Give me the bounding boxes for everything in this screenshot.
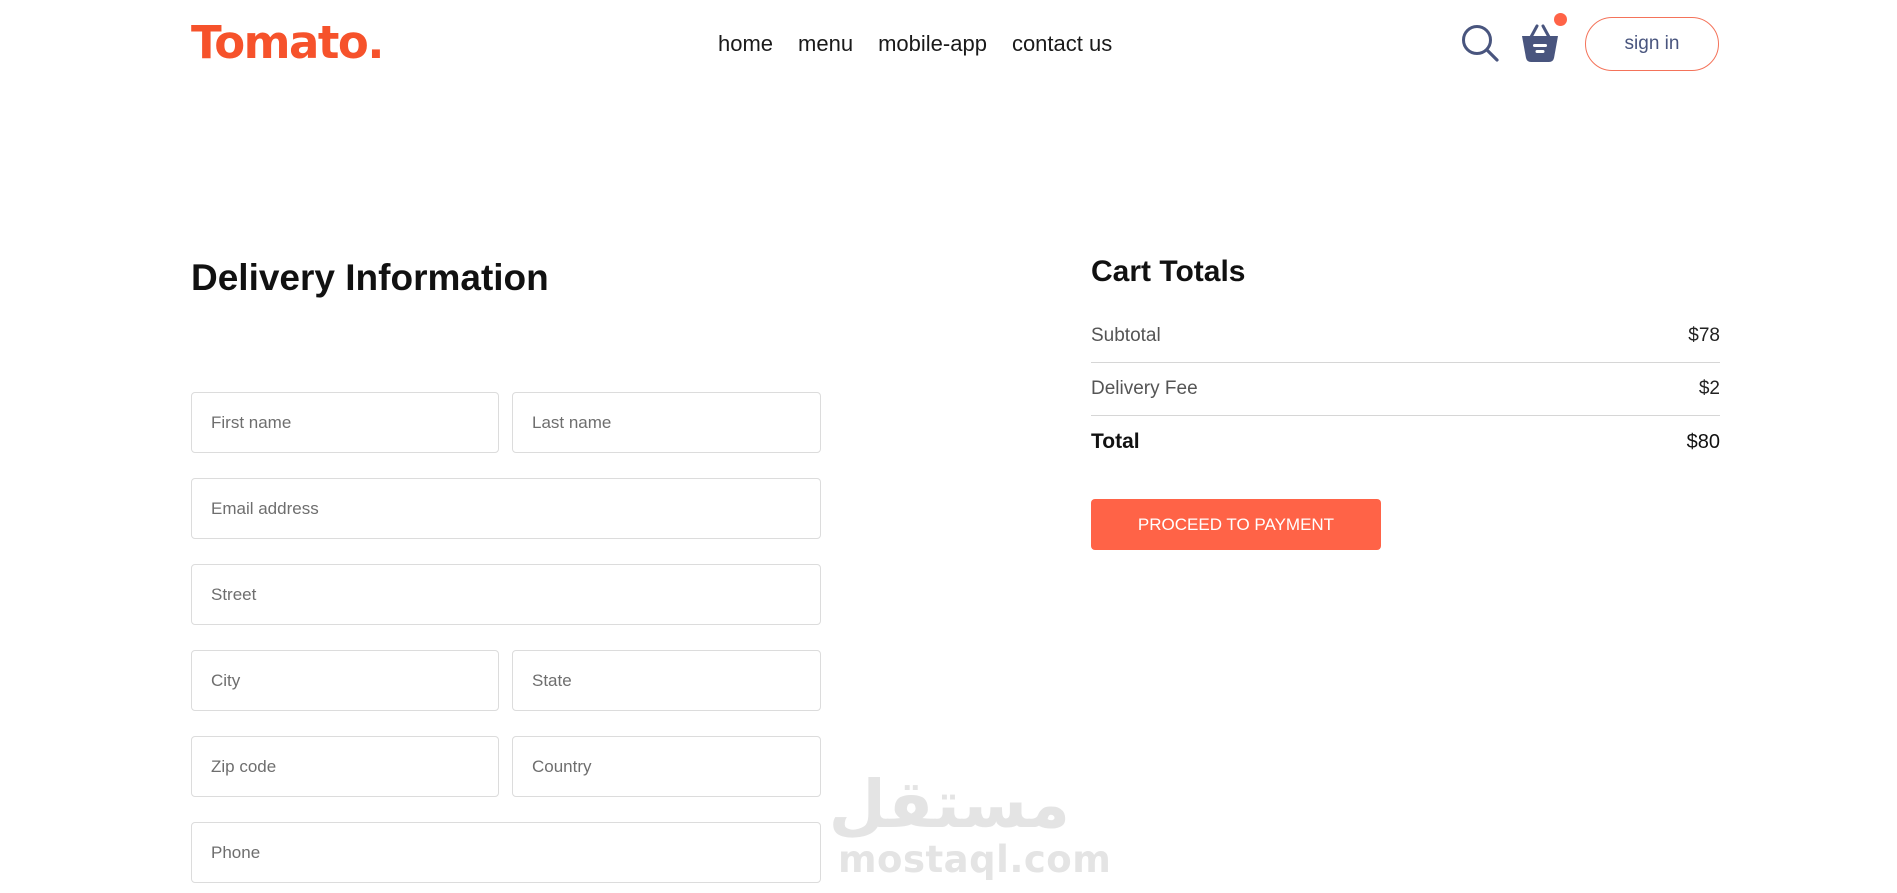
delivery-title: Delivery Information — [191, 257, 549, 298]
cart-badge-dot — [1554, 13, 1567, 26]
nav-menu: home menu mobile-app contact us — [718, 30, 1112, 58]
total-label: Total — [1091, 430, 1140, 453]
nav-link-contact-us[interactable]: contact us — [1012, 30, 1112, 58]
navbar: Tomato. home menu mobile-app contact us … — [0, 0, 1897, 88]
street-field[interactable] — [191, 564, 821, 625]
subtotal-row: Subtotal $78 — [1091, 310, 1720, 362]
cart-totals: Subtotal $78 Delivery Fee $2 Total $80 — [1091, 310, 1720, 468]
subtotal-value: $78 — [1688, 325, 1720, 346]
total-value: $80 — [1686, 430, 1720, 453]
place-order-page: Tomato. home menu mobile-app contact us … — [0, 0, 1897, 893]
watermark-logo: مستقل mostaql.com — [828, 766, 1112, 881]
watermark-glyphs: مستقل — [828, 766, 1070, 843]
zip-code-field[interactable] — [191, 736, 499, 797]
sign-in-button[interactable]: sign in — [1585, 17, 1719, 71]
subtotal-label: Subtotal — [1091, 325, 1161, 346]
nav-link-mobile-app[interactable]: mobile-app — [878, 30, 987, 58]
search-icon[interactable] — [1460, 23, 1500, 63]
cart-totals-title: Cart Totals — [1091, 255, 1246, 288]
delivery-fee-value: $2 — [1698, 378, 1720, 399]
proceed-to-payment-button[interactable]: PROCEED TO PAYMENT — [1091, 499, 1381, 550]
country-field[interactable] — [512, 736, 821, 797]
first-name-field[interactable] — [191, 392, 499, 453]
phone-field[interactable] — [191, 822, 821, 883]
nav-link-menu[interactable]: menu — [798, 30, 853, 58]
basket-icon[interactable] — [1520, 23, 1560, 63]
city-field[interactable] — [191, 650, 499, 711]
brand-logo[interactable]: Tomato. — [191, 16, 384, 69]
nav-link-home[interactable]: home — [718, 30, 773, 58]
total-row: Total $80 — [1091, 416, 1720, 468]
email-field[interactable] — [191, 478, 821, 539]
state-field[interactable] — [512, 650, 821, 711]
watermark-text: mostaql.com — [838, 838, 1112, 881]
last-name-field[interactable] — [512, 392, 821, 453]
delivery-fee-row: Delivery Fee $2 — [1091, 363, 1720, 415]
delivery-fee-label: Delivery Fee — [1091, 378, 1198, 399]
